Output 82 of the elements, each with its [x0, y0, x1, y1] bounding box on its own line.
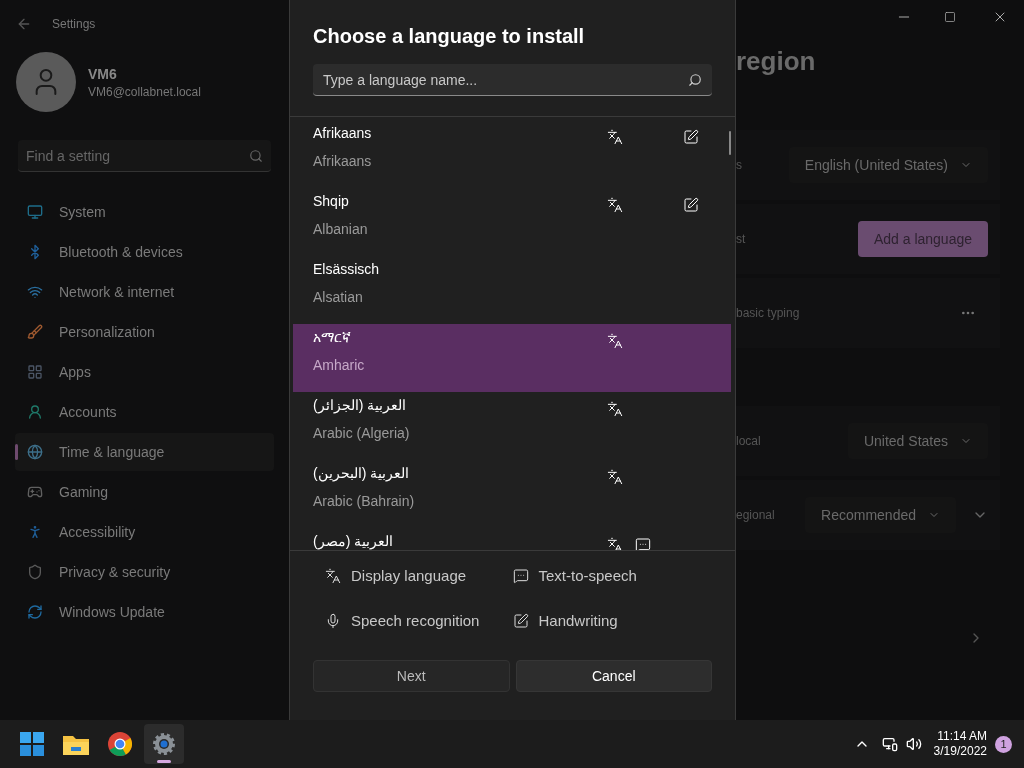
- active-indicator: [157, 760, 171, 763]
- language-native-name: العربية (الجزائر): [313, 396, 408, 415]
- text-to-speech-icon: [512, 568, 529, 585]
- brush-icon: [27, 324, 43, 340]
- nav-item[interactable]: Windows Update: [15, 593, 274, 631]
- handwriting-icon: [683, 129, 699, 145]
- taskbar-app[interactable]: [144, 724, 184, 764]
- language-native-name: አማርኛ: [313, 328, 352, 347]
- gamepad-icon: [27, 484, 43, 500]
- notification-badge[interactable]: 1: [995, 735, 1012, 753]
- nav-item[interactable]: Personalization: [15, 313, 274, 351]
- language-english-name: Albanian: [313, 220, 369, 239]
- feature-label: Display language: [351, 566, 467, 586]
- language-native-name: Elsässisch: [313, 260, 381, 279]
- display-language-icon: [325, 568, 341, 585]
- window-title: Settings: [52, 16, 96, 32]
- display-language-icon: [607, 129, 623, 145]
- language-native-name: Shqip: [313, 192, 350, 211]
- language-item[interactable]: Elsässisch Alsatian: [293, 256, 731, 324]
- clock-time[interactable]: 11:14 AM: [937, 729, 987, 744]
- folder-icon: [63, 733, 89, 755]
- search-field[interactable]: Find a setting: [18, 140, 271, 172]
- handwriting-icon: [683, 197, 699, 213]
- browser-icon: [108, 732, 132, 756]
- search-icon: [688, 73, 702, 87]
- text-to-speech-icon: [635, 537, 651, 550]
- maximize-icon[interactable]: [944, 11, 956, 23]
- search-icon: [249, 149, 263, 163]
- gear-icon: [152, 732, 176, 756]
- feature-label: Text-to-speech: [538, 566, 637, 586]
- selection-indicator: [15, 444, 18, 460]
- volume-icon[interactable]: [905, 736, 922, 752]
- nav-item[interactable]: Privacy & security: [15, 553, 274, 591]
- person-icon: [27, 404, 43, 420]
- wifi-icon: [27, 284, 43, 300]
- user-name: VM6: [88, 65, 118, 84]
- language-english-name: Afrikaans: [313, 152, 373, 171]
- scrollbar-thumb[interactable]: [729, 131, 731, 155]
- back-icon[interactable]: [16, 16, 32, 32]
- language-item[interactable]: አማርኛ Amharic: [293, 324, 731, 392]
- language-english-name: Alsatian: [313, 288, 364, 307]
- feature-label: Speech recognition: [351, 610, 480, 631]
- language-native-name: العربية (مصر): [313, 532, 395, 550]
- network-icon[interactable]: [881, 736, 898, 752]
- language-english-name: Arabic (Bahrain): [313, 492, 416, 511]
- language-item[interactable]: Shqip Albanian: [293, 188, 731, 256]
- nav-item[interactable]: Apps: [15, 353, 274, 391]
- nav-item[interactable]: Gaming: [15, 473, 274, 511]
- accessibility-icon: [27, 524, 43, 540]
- handwriting-icon: [512, 612, 529, 629]
- nav-item[interactable]: Network & internet: [15, 273, 274, 311]
- dialog-title: Choose a language to install: [313, 24, 586, 49]
- user-email: VM6@collabnet.local: [88, 84, 201, 100]
- language-native-name: Afrikaans: [313, 124, 373, 143]
- cancel-button[interactable]: Cancel: [515, 660, 712, 692]
- windows-logo-icon: [20, 732, 44, 756]
- globe-icon: [27, 444, 43, 460]
- language-item[interactable]: Afrikaans Afrikaans: [293, 120, 731, 188]
- feature-label: Handwriting: [538, 610, 618, 631]
- language-english-name: Arabic (Algeria): [313, 424, 411, 443]
- language-english-name: Amharic: [313, 356, 366, 375]
- nav-item[interactable]: Bluetooth & devices: [15, 233, 274, 271]
- shield-icon: [27, 564, 43, 580]
- monitor-icon: [27, 204, 43, 220]
- clock-date[interactable]: 3/19/2022: [933, 744, 987, 759]
- page-title: region: [736, 45, 817, 78]
- display-language-icon: [607, 401, 623, 417]
- microphone-icon: [325, 612, 341, 629]
- language-item[interactable]: العربية (مصر): [293, 528, 731, 550]
- display-language-icon: [607, 469, 623, 485]
- display-language-icon: [607, 333, 623, 349]
- nav-item[interactable]: Time & language: [15, 433, 274, 471]
- next-button[interactable]: Next: [313, 660, 510, 692]
- language-native-name: العربية (البحرين): [313, 464, 411, 483]
- display-language-icon: [607, 537, 623, 550]
- grid-icon: [27, 364, 43, 380]
- nav-item[interactable]: Accessibility: [15, 513, 274, 551]
- display-language-icon: [607, 197, 623, 213]
- nav-item[interactable]: System: [15, 193, 274, 231]
- refresh-icon: [27, 604, 43, 620]
- nav-item[interactable]: Accounts: [15, 393, 274, 431]
- language-search-field[interactable]: Type a language name...: [313, 64, 712, 96]
